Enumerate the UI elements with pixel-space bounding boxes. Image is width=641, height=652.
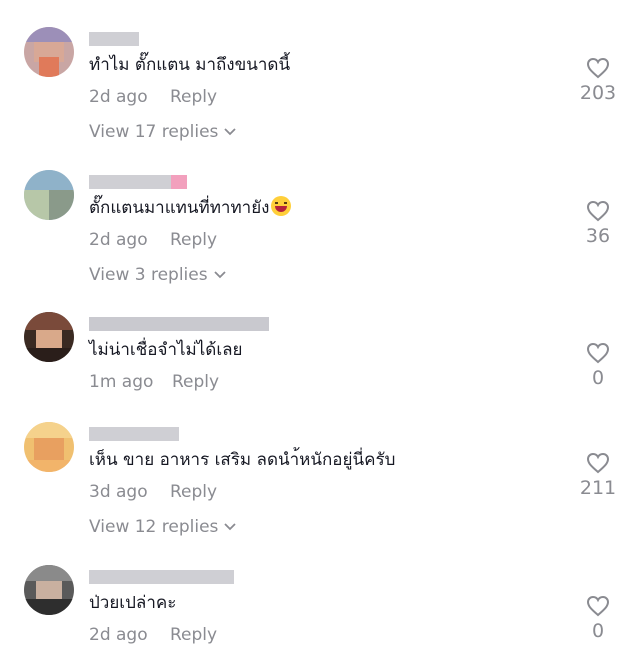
username-blurred[interactable] <box>89 32 139 46</box>
avatar[interactable] <box>24 312 74 362</box>
like-count: 0 <box>591 367 605 389</box>
avatar[interactable] <box>24 27 74 77</box>
reply-button[interactable]: Reply <box>170 481 217 503</box>
heart-outline-icon[interactable] <box>586 200 610 222</box>
username-blurred[interactable] <box>89 427 179 441</box>
heart-outline-icon[interactable] <box>586 452 610 474</box>
comment-date: 2d ago <box>89 87 148 107</box>
comment-text: ไม่น่าเชื่อจำไม่ได้เลย <box>89 340 243 360</box>
comment-meta: 2d ago Reply <box>89 624 217 646</box>
chevron-down-icon <box>224 128 237 136</box>
username-blurred[interactable] <box>89 175 187 189</box>
like-group: 36 <box>575 200 621 248</box>
comment-meta: 2d ago Reply <box>89 229 217 251</box>
like-count: 36 <box>585 225 611 247</box>
reply-button[interactable]: Reply <box>172 371 219 393</box>
heart-outline-icon[interactable] <box>586 595 610 617</box>
heart-outline-icon[interactable] <box>586 342 610 364</box>
chevron-down-icon <box>224 523 237 531</box>
avatar[interactable] <box>24 422 74 472</box>
comment-text: ตั๊กแตนมาแทนที่ทาทายัง <box>89 196 292 220</box>
like-count: 203 <box>579 82 617 104</box>
username-blurred[interactable] <box>89 570 234 584</box>
comment-date: 1m ago <box>89 372 154 392</box>
comment-text: ป่วยเปล่าคะ <box>89 593 177 613</box>
comment-text-label: ตั๊กแตนมาแทนที่ทาทายัง <box>89 198 270 218</box>
reply-button[interactable]: Reply <box>170 624 217 646</box>
view-replies-button[interactable]: View 17 replies <box>89 121 237 143</box>
reply-button[interactable]: Reply <box>170 86 217 108</box>
view-replies-label: View 12 replies <box>89 517 219 537</box>
chevron-down-icon <box>213 271 226 279</box>
comment-meta: 3d ago Reply <box>89 481 217 503</box>
avatar[interactable] <box>24 170 74 220</box>
laughing-emoji-icon <box>271 196 292 216</box>
like-group: 0 <box>575 595 621 643</box>
comment-text: ทำไม ตั๊กแตน มาถึงขนาดนี้ <box>89 55 291 75</box>
comment-date: 3d ago <box>89 482 148 502</box>
comment-meta: 1m ago Reply <box>89 371 219 393</box>
like-group: 211 <box>575 452 621 500</box>
comment-date: 2d ago <box>89 625 148 645</box>
username-blurred[interactable] <box>89 317 269 331</box>
view-replies-label: View 17 replies <box>89 122 219 142</box>
like-count: 211 <box>579 477 617 499</box>
heart-outline-icon[interactable] <box>586 57 610 79</box>
view-replies-button[interactable]: View 3 replies <box>89 264 226 286</box>
like-count: 0 <box>591 620 605 642</box>
like-group: 0 <box>575 342 621 390</box>
comment-date: 2d ago <box>89 230 148 250</box>
comment-text: เห็น ขาย อาหาร เสริม ลดนำ้หนักอยู่นี่ครั… <box>89 450 396 470</box>
like-group: 203 <box>575 57 621 105</box>
view-replies-button[interactable]: View 12 replies <box>89 516 237 538</box>
reply-button[interactable]: Reply <box>170 229 217 251</box>
view-replies-label: View 3 replies <box>89 265 208 285</box>
avatar[interactable] <box>24 565 74 615</box>
comment-meta: 2d ago Reply <box>89 86 217 108</box>
